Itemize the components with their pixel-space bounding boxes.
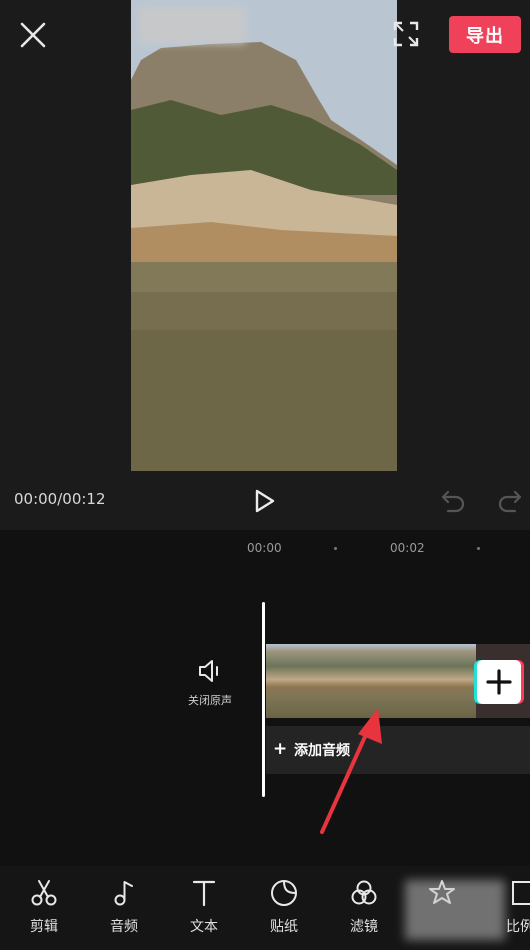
blurred-title [138, 6, 246, 44]
tool-cut[interactable]: 剪辑 [14, 878, 74, 944]
text-icon [192, 880, 216, 907]
mute-original-sound-button[interactable]: 关闭原声 [180, 656, 240, 710]
ruler-label: 00:00 [247, 541, 282, 555]
filter-icon [351, 880, 377, 905]
time-readout: 00:00/00:12 [14, 490, 106, 508]
clip-thumbnail [406, 644, 477, 718]
sticker-icon [271, 879, 298, 906]
fullscreen-icon [393, 21, 419, 47]
scissors-icon [31, 880, 57, 906]
tool-label: 滤镜 [350, 919, 378, 935]
fullscreen-button[interactable] [392, 20, 420, 48]
undo-button[interactable] [440, 488, 466, 514]
plus-icon [486, 669, 512, 695]
plus-icon: + [273, 739, 288, 759]
mute-label: 关闭原声 [188, 694, 232, 707]
ruler-dot [477, 547, 480, 550]
playhead[interactable] [262, 602, 265, 797]
ruler-dot [334, 547, 337, 550]
add-clip-button[interactable] [477, 660, 521, 704]
tool-label: 剪辑 [30, 919, 58, 935]
ratio-icon [512, 881, 530, 905]
music-note-icon [114, 881, 133, 906]
undo-icon [441, 490, 465, 513]
tool-sticker[interactable]: 贴纸 [254, 878, 314, 944]
annotation-arrow-icon [320, 708, 382, 834]
tool-label: 音频 [110, 919, 138, 935]
landscape-image [131, 0, 397, 471]
play-icon [255, 489, 275, 513]
redo-button[interactable] [497, 488, 523, 514]
tool-text[interactable]: 文本 [174, 878, 234, 944]
tool-filter[interactable]: 滤镜 [334, 878, 394, 944]
tool-audio[interactable]: 音频 [94, 878, 154, 944]
ruler-label: 00:02 [390, 541, 425, 555]
export-button[interactable]: 导出 [449, 16, 521, 53]
redo-icon [498, 490, 522, 513]
blurred-watermark [405, 880, 505, 940]
speaker-icon [199, 660, 218, 682]
close-button[interactable] [18, 20, 48, 50]
tool-label: 贴纸 [270, 919, 298, 935]
video-preview[interactable] [131, 0, 397, 471]
play-button[interactable] [253, 488, 277, 514]
tool-label: 文本 [190, 919, 218, 935]
close-icon [20, 22, 46, 48]
